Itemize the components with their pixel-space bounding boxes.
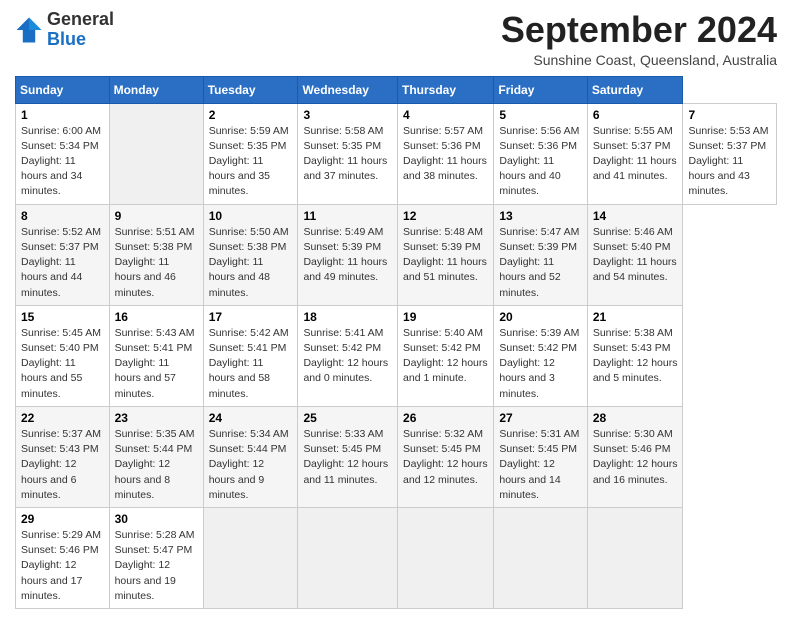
location-subtitle: Sunshine Coast, Queensland, Australia (501, 52, 777, 68)
day-cell-9: 9Sunrise: 5:51 AMSunset: 5:38 PMDaylight… (109, 204, 203, 305)
day-cell-6: 6Sunrise: 5:55 AMSunset: 5:37 PMDaylight… (587, 103, 683, 204)
page-header: General Blue September 2024 Sunshine Coa… (15, 10, 777, 68)
logo-blue-text: Blue (47, 29, 86, 49)
day-cell-11: 11Sunrise: 5:49 AMSunset: 5:39 PMDayligh… (298, 204, 398, 305)
day-cell-4: 4Sunrise: 5:57 AMSunset: 5:36 PMDaylight… (398, 103, 494, 204)
day-cell-29: 29Sunrise: 5:29 AMSunset: 5:46 PMDayligh… (16, 507, 110, 608)
col-friday: Friday (494, 76, 587, 103)
day-cell-16: 16Sunrise: 5:43 AMSunset: 5:41 PMDayligh… (109, 305, 203, 406)
day-cell-empty-w3-4 (398, 507, 494, 608)
day-cell-21: 21Sunrise: 5:38 AMSunset: 5:43 PMDayligh… (587, 305, 683, 406)
day-cell-20: 20Sunrise: 5:39 AMSunset: 5:42 PMDayligh… (494, 305, 587, 406)
logo-text: General Blue (47, 10, 114, 50)
day-cell-25: 25Sunrise: 5:33 AMSunset: 5:45 PMDayligh… (298, 406, 398, 507)
day-cell-1: 1Sunrise: 6:00 AMSunset: 5:34 PMDaylight… (16, 103, 110, 204)
day-cell-27: 27Sunrise: 5:31 AMSunset: 5:45 PMDayligh… (494, 406, 587, 507)
calendar-week-1: 1Sunrise: 6:00 AMSunset: 5:34 PMDaylight… (16, 103, 777, 204)
day-cell-12: 12Sunrise: 5:48 AMSunset: 5:39 PMDayligh… (398, 204, 494, 305)
day-cell-empty-w3-3 (298, 507, 398, 608)
col-tuesday: Tuesday (203, 76, 298, 103)
day-cell-5: 5Sunrise: 5:56 AMSunset: 5:36 PMDaylight… (494, 103, 587, 204)
day-cell-30: 30Sunrise: 5:28 AMSunset: 5:47 PMDayligh… (109, 507, 203, 608)
day-cell-14: 14Sunrise: 5:46 AMSunset: 5:40 PMDayligh… (587, 204, 683, 305)
calendar-week-3: 15Sunrise: 5:45 AMSunset: 5:40 PMDayligh… (16, 305, 777, 406)
day-cell-23: 23Sunrise: 5:35 AMSunset: 5:44 PMDayligh… (109, 406, 203, 507)
title-block: September 2024 Sunshine Coast, Queenslan… (501, 10, 777, 68)
col-thursday: Thursday (398, 76, 494, 103)
day-cell-19: 19Sunrise: 5:40 AMSunset: 5:42 PMDayligh… (398, 305, 494, 406)
day-cell-empty-w3-6 (587, 507, 683, 608)
day-cell-13: 13Sunrise: 5:47 AMSunset: 5:39 PMDayligh… (494, 204, 587, 305)
col-sunday: Sunday (16, 76, 110, 103)
day-cell-empty-w3-5 (494, 507, 587, 608)
day-cell-8: 8Sunrise: 5:52 AMSunset: 5:37 PMDaylight… (16, 204, 110, 305)
day-cell-10: 10Sunrise: 5:50 AMSunset: 5:38 PMDayligh… (203, 204, 298, 305)
day-cell-17: 17Sunrise: 5:42 AMSunset: 5:41 PMDayligh… (203, 305, 298, 406)
calendar-week-5: 29Sunrise: 5:29 AMSunset: 5:46 PMDayligh… (16, 507, 777, 608)
day-cell-empty-w3-2 (203, 507, 298, 608)
day-cell-2: 2Sunrise: 5:59 AMSunset: 5:35 PMDaylight… (203, 103, 298, 204)
logo-general-text: General (47, 9, 114, 29)
month-year-title: September 2024 (501, 10, 777, 50)
logo-icon (15, 16, 43, 44)
day-cell-22: 22Sunrise: 5:37 AMSunset: 5:43 PMDayligh… (16, 406, 110, 507)
day-cell-15: 15Sunrise: 5:45 AMSunset: 5:40 PMDayligh… (16, 305, 110, 406)
calendar-week-4: 22Sunrise: 5:37 AMSunset: 5:43 PMDayligh… (16, 406, 777, 507)
day-cell-18: 18Sunrise: 5:41 AMSunset: 5:42 PMDayligh… (298, 305, 398, 406)
day-cell-empty-0 (109, 103, 203, 204)
day-cell-26: 26Sunrise: 5:32 AMSunset: 5:45 PMDayligh… (398, 406, 494, 507)
calendar-table: Sunday Monday Tuesday Wednesday Thursday… (15, 76, 777, 609)
col-saturday: Saturday (587, 76, 683, 103)
calendar-header-row: Sunday Monday Tuesday Wednesday Thursday… (16, 76, 777, 103)
logo: General Blue (15, 10, 114, 50)
day-cell-28: 28Sunrise: 5:30 AMSunset: 5:46 PMDayligh… (587, 406, 683, 507)
col-monday: Monday (109, 76, 203, 103)
day-cell-24: 24Sunrise: 5:34 AMSunset: 5:44 PMDayligh… (203, 406, 298, 507)
day-cell-7: 7Sunrise: 5:53 AMSunset: 5:37 PMDaylight… (683, 103, 777, 204)
day-cell-3: 3Sunrise: 5:58 AMSunset: 5:35 PMDaylight… (298, 103, 398, 204)
col-wednesday: Wednesday (298, 76, 398, 103)
calendar-week-2: 8Sunrise: 5:52 AMSunset: 5:37 PMDaylight… (16, 204, 777, 305)
